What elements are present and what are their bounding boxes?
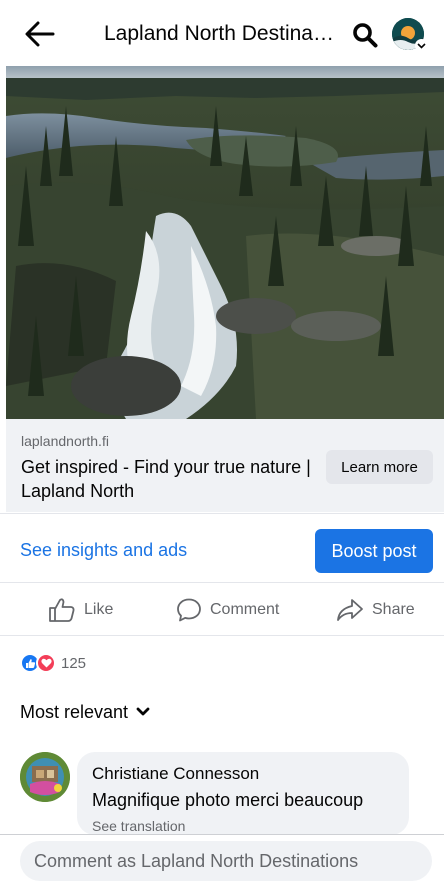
back-button[interactable]	[22, 18, 58, 50]
share-arrow-icon	[337, 599, 363, 621]
see-insights-link[interactable]: See insights and ads	[20, 540, 187, 561]
comment-button[interactable]: Comment	[176, 595, 279, 625]
share-label: Share	[372, 601, 415, 618]
profile-switcher-button[interactable]	[392, 18, 428, 52]
comment-input[interactable]	[20, 841, 432, 881]
comment-text: Magnifique photo merci beaucoup	[92, 790, 364, 810]
arrow-left-icon	[25, 21, 55, 47]
comment-bubble[interactable]: Christiane Connesson Magnifique photo me…	[77, 752, 409, 835]
reaction-count: 125	[61, 654, 87, 672]
comment-author[interactable]: Christiane Connesson	[92, 764, 259, 784]
thumbs-up-icon	[49, 598, 75, 622]
share-button[interactable]: Share	[336, 595, 415, 625]
love-reaction-icon	[36, 653, 56, 673]
post-photo[interactable]	[6, 66, 444, 419]
comment-label: Comment	[210, 601, 280, 618]
like-label: Like	[84, 601, 114, 618]
comment-sort-dropdown[interactable]: Most relevant	[20, 700, 150, 724]
chevron-down-icon	[415, 39, 428, 52]
comment-item: Christiane Connesson Magnifique photo me…	[20, 752, 444, 835]
search-icon	[353, 23, 378, 48]
page-title: Lapland North Destina…	[104, 22, 334, 45]
reactions-summary[interactable]: 125	[20, 652, 86, 674]
insights-row: See insights and ads Boost post	[0, 513, 444, 581]
chevron-down-icon	[136, 707, 150, 716]
commenter-avatar[interactable]	[20, 752, 70, 802]
top-app-bar: Lapland North Destina…	[0, 0, 444, 66]
link-preview-card[interactable]: laplandnorth.fi Get inspired - Find your…	[6, 419, 444, 512]
link-headline: Get inspired - Find your true nature | L…	[21, 457, 311, 501]
like-button[interactable]: Like	[48, 595, 113, 625]
link-domain: laplandnorth.fi	[21, 433, 109, 449]
comment-composer	[0, 834, 444, 885]
sort-label: Most relevant	[20, 701, 129, 722]
search-button[interactable]	[350, 20, 380, 50]
learn-more-button[interactable]: Learn more	[326, 450, 433, 484]
comment-bubble-icon	[177, 598, 201, 622]
boost-post-button[interactable]: Boost post	[315, 529, 433, 573]
see-translation-link[interactable]: See translation	[92, 818, 185, 834]
post-action-bar: Like Comment Share	[0, 582, 444, 636]
